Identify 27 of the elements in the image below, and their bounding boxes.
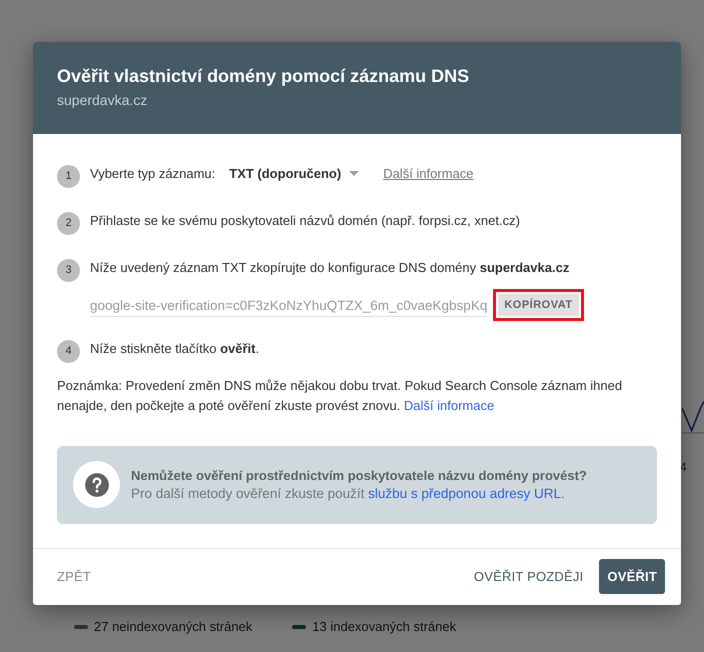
step-number: 2 (57, 212, 80, 234)
more-info-link[interactable]: Další informace (404, 398, 494, 413)
more-info-link[interactable]: Další informace (383, 166, 474, 180)
legend-label: 27 neindexovaných stránek (94, 619, 252, 634)
verify-later-button[interactable]: OVĚŘIT POZDĚJI (466, 560, 592, 592)
step-text: Přihlaste se ke svému poskytovateli názvů domén (např. forpsi.cz, xnet.cz) (90, 212, 520, 228)
help-title: Nemůžete ověření prostřednictvím poskytovatele názvu domény provést? (131, 468, 587, 483)
step-text: Níže uvedený záznam TXT zkopírujte do konfigurace DNS domény superdavka.cz (90, 260, 570, 274)
step-text: Níže stiskněte tlačítko ověřit. (90, 340, 260, 356)
record-type-dropdown[interactable]: TXT (doporučeno) (229, 166, 360, 180)
back-button[interactable]: ZPĚT (49, 560, 100, 592)
record-field[interactable]: google-site-verification=c0F3zKoNzYhuQTZX_6m_c0vaeKgbspKq (90, 294, 488, 316)
step-number: 3 (57, 258, 80, 282)
step-label: Vyberte typ záznamu: (90, 166, 216, 180)
step-number: 1 (57, 164, 80, 188)
help-text: Pro další metody ověření zkuste použít službu s předponou adresy URL. (131, 486, 566, 501)
help-icon (73, 461, 120, 508)
dialog-subtitle: superdavka.cz (57, 92, 148, 108)
dialog-title: Ověřit vlastnictví domény pomocí záznamu DNS (57, 66, 470, 87)
copy-button[interactable]: KOPÍROVAT (493, 289, 584, 321)
url-prefix-link[interactable]: službu s předponou adresy URL (368, 486, 561, 501)
legend-label: 13 indexovaných stránek (312, 619, 456, 634)
note-text: Poznámka: Provedení změn DNS může nějakou dobu trvat. Pokud Search Console záznam ihned nenajde, den počkejte a poté ověření zkuste provést znovu. Další informace (57, 377, 624, 415)
step-number: 4 (57, 340, 80, 362)
verify-button[interactable]: OVĚŘIT (599, 558, 665, 594)
axis-label: 4 (680, 460, 687, 474)
caret-icon (349, 170, 360, 176)
